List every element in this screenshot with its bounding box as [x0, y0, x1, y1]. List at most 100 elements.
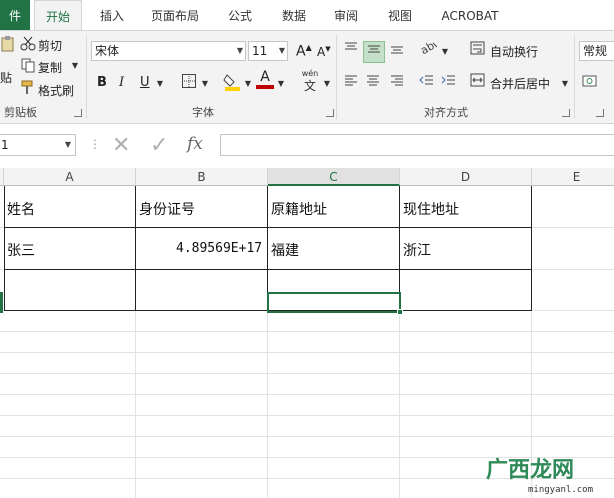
cell-origin-address[interactable]: 福建 [271, 240, 299, 260]
copy-button[interactable]: 复制 [38, 59, 62, 76]
alignment-launcher-icon[interactable] [562, 109, 570, 117]
borders-icon[interactable] [180, 73, 198, 95]
fill-color-icon[interactable] [222, 71, 242, 97]
name-box[interactable]: 1 ▼ [0, 134, 76, 156]
tab-acrobat[interactable]: ACROBAT [432, 0, 508, 30]
header-cell-id-number[interactable]: 身份证号 [139, 199, 195, 219]
formula-bar: 1 ▼ ⋮ ✕ ✓ fx [0, 124, 614, 168]
number-format-select[interactable]: 常规 [579, 41, 614, 61]
tab-home[interactable]: 开始 [34, 0, 82, 31]
col-header-d[interactable]: D [400, 168, 532, 186]
col-header-b[interactable]: B [136, 168, 268, 186]
align-top-icon[interactable] [342, 41, 360, 61]
tab-formulas[interactable]: 公式 [220, 0, 260, 30]
header-cell-name[interactable]: 姓名 [7, 199, 35, 219]
copy-icon[interactable] [20, 57, 36, 79]
tab-page-layout[interactable]: 页面布局 [144, 0, 206, 30]
col-header-e[interactable]: E [532, 168, 614, 186]
align-right-icon[interactable] [388, 73, 406, 93]
orientation-icon[interactable]: ab [418, 39, 440, 61]
cancel-icon[interactable]: ✕ [112, 133, 130, 158]
align-left-icon[interactable] [342, 73, 360, 93]
active-cell-selection[interactable] [267, 292, 401, 313]
gridline [0, 394, 614, 395]
chevron-down-icon: ▼ [64, 140, 71, 149]
font-color-bar [256, 85, 274, 89]
bold-button[interactable]: B [97, 75, 107, 90]
align-center-icon[interactable] [364, 73, 382, 93]
phonetic-icon[interactable]: wén 文 [298, 69, 322, 93]
cell-name[interactable]: 张三 [7, 240, 35, 260]
scissors-icon[interactable] [20, 35, 36, 57]
decrease-indent-icon[interactable] [418, 73, 436, 93]
paste-label[interactable]: 贴 [0, 69, 12, 86]
header-cell-origin-address[interactable]: 原籍地址 [271, 199, 327, 219]
font-launcher-icon[interactable] [326, 109, 334, 117]
wrap-text-icon[interactable] [470, 41, 486, 61]
worksheet-grid[interactable]: A B C D E 姓名 身份证号 原籍地址 现住地址 张三 4.89569E+… [0, 168, 614, 498]
clipboard-group-label: 剪贴板 [4, 106, 37, 119]
underline-dropdown-icon[interactable]: ▼ [155, 75, 165, 93]
orientation-dropdown-icon[interactable]: ▼ [440, 43, 450, 61]
table-border [4, 227, 532, 228]
font-name-select[interactable]: 宋体 ▼ [91, 41, 246, 61]
gridline [0, 415, 614, 416]
group-divider [574, 35, 575, 119]
gridline [0, 436, 614, 437]
accounting-format-icon[interactable] [582, 73, 598, 95]
grow-font-button[interactable]: A▲ [296, 43, 312, 60]
merge-center-button[interactable]: 合并后居中 [490, 75, 550, 92]
font-color-letter: A [260, 69, 270, 85]
formula-bar-grip-icon[interactable]: ⋮ [89, 137, 101, 151]
header-cell-current-address[interactable]: 现住地址 [403, 199, 459, 219]
tab-insert[interactable]: 插入 [90, 0, 134, 30]
tab-data[interactable]: 数据 [274, 0, 314, 30]
grow-font-label: A [296, 43, 306, 60]
ribbon-tab-bar: 件 开始 插入 页面布局 公式 数据 审阅 视图 ACROBAT [0, 0, 614, 31]
col-header-c[interactable]: C [268, 168, 400, 186]
clipboard-launcher-icon[interactable] [74, 109, 82, 117]
phonetic-dropdown-icon[interactable]: ▼ [322, 75, 332, 93]
chevron-down-icon: ▼ [236, 46, 243, 55]
merge-dropdown-icon[interactable]: ▼ [560, 75, 570, 93]
fill-color-dropdown-icon[interactable]: ▼ [243, 75, 253, 93]
font-size-select[interactable]: 11 ▼ [248, 41, 288, 61]
tab-review[interactable]: 审阅 [326, 0, 366, 30]
table-border [4, 186, 5, 311]
format-painter-button[interactable]: 格式刷 [38, 82, 74, 99]
tab-view[interactable]: 视图 [380, 0, 420, 30]
copy-dropdown-icon[interactable]: ▼ [70, 57, 80, 75]
table-border [4, 269, 532, 270]
italic-button[interactable]: I [119, 75, 124, 90]
alignment-group-label: 对齐方式 [424, 106, 468, 119]
table-border [135, 186, 136, 311]
font-group-label: 字体 [192, 106, 214, 119]
borders-dropdown-icon[interactable]: ▼ [200, 75, 210, 93]
gridline [0, 373, 614, 374]
align-bottom-icon[interactable] [388, 41, 406, 61]
watermark-logo: 广西龙网 [486, 458, 575, 483]
increase-indent-icon[interactable] [440, 73, 458, 93]
font-color-icon[interactable]: A [256, 69, 274, 89]
group-divider [336, 35, 337, 119]
cut-button[interactable]: 剪切 [38, 37, 62, 54]
cell-current-address[interactable]: 浙江 [403, 240, 431, 260]
wrap-text-button[interactable]: 自动换行 [490, 43, 538, 60]
fill-handle[interactable] [397, 309, 403, 315]
formula-input[interactable] [220, 134, 614, 156]
paste-icon[interactable] [0, 35, 16, 59]
insert-function-icon[interactable]: fx [187, 134, 203, 154]
phonetic-bottom: 文 [303, 79, 316, 93]
underline-button[interactable]: U [140, 75, 150, 90]
number-launcher-icon[interactable] [596, 109, 604, 117]
merge-center-icon[interactable] [470, 73, 486, 93]
format-painter-icon[interactable] [20, 79, 36, 101]
font-size-value: 11 [252, 44, 268, 58]
font-color-dropdown-icon[interactable]: ▼ [276, 75, 286, 93]
shrink-font-button[interactable]: A▼ [317, 45, 331, 59]
align-middle-icon[interactable] [363, 41, 385, 63]
col-header-a[interactable]: A [4, 168, 136, 186]
enter-icon[interactable]: ✓ [150, 133, 168, 158]
cell-id-number[interactable]: 4.89569E+17 [176, 241, 262, 256]
tab-file[interactable]: 件 [0, 0, 30, 30]
